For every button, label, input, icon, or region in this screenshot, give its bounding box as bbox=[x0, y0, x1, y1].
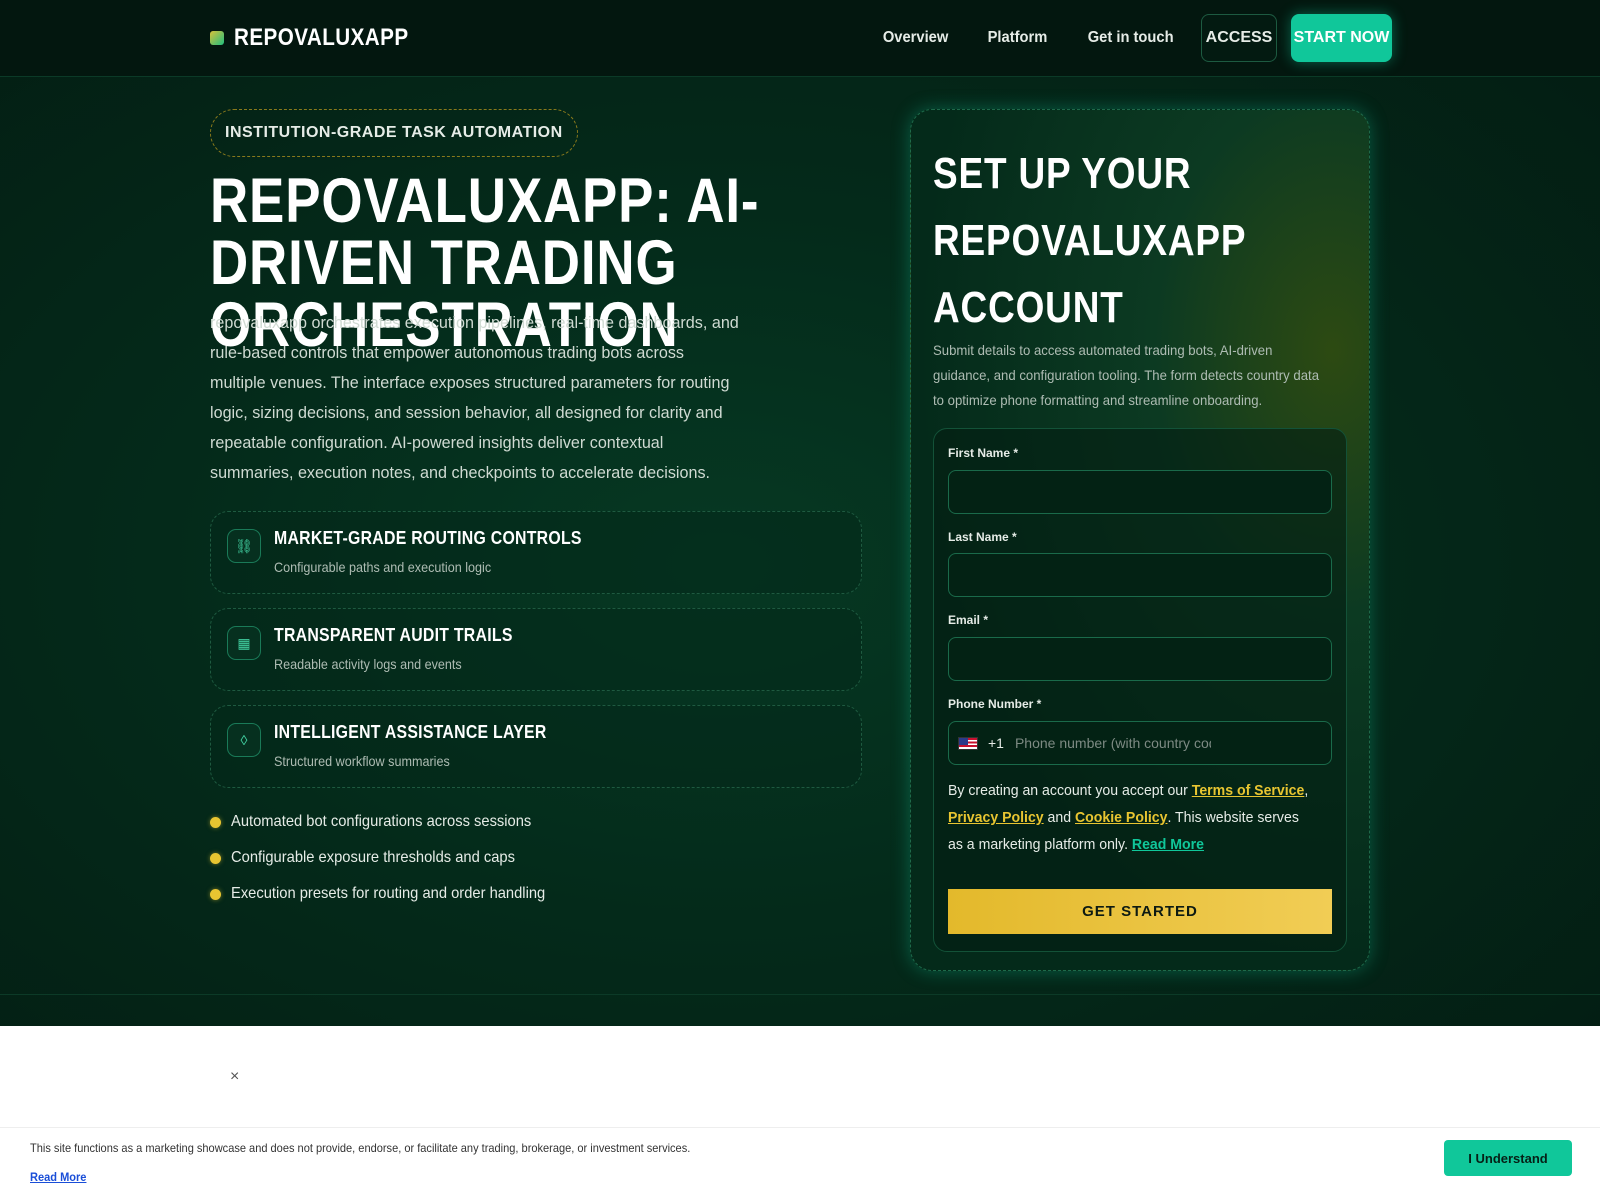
us-flag-icon[interactable] bbox=[958, 736, 978, 750]
site-header: REPOVALUXAPP Overview Platform Get in to… bbox=[0, 0, 1600, 77]
diamond-icon: ◊ bbox=[227, 723, 261, 757]
feature-title: TRANSPARENT AUDIT TRAILS bbox=[274, 625, 513, 645]
last-name-field[interactable] bbox=[948, 553, 1332, 597]
routing-icon: ⛓ bbox=[227, 529, 261, 563]
first-name-label: First Name * bbox=[948, 446, 1019, 460]
terms-of-service-link[interactable]: Terms of Service bbox=[1192, 782, 1305, 799]
email-label: Email * bbox=[948, 613, 989, 627]
logo-icon bbox=[210, 31, 224, 45]
feature-subtitle: Configurable paths and execution logic bbox=[274, 559, 492, 575]
bullet-text: Execution presets for routing and order … bbox=[231, 885, 546, 902]
terms-comma: , bbox=[1304, 782, 1309, 799]
terms-notice: By creating an account you accept our Te… bbox=[948, 777, 1309, 858]
section-divider bbox=[0, 994, 1600, 995]
bullet-dot-icon bbox=[210, 852, 221, 864]
feature-subtitle: Structured workflow summaries bbox=[274, 753, 450, 769]
feature-card-audit: ▦ TRANSPARENT AUDIT TRAILS Readable acti… bbox=[210, 608, 862, 691]
brand-name: REPOVALUXAPP bbox=[234, 24, 409, 51]
hero-badge: INSTITUTION-GRADE TASK AUTOMATION bbox=[210, 109, 578, 157]
feature-subtitle: Readable activity logs and events bbox=[274, 656, 462, 672]
start-now-button[interactable]: START NOW bbox=[1291, 14, 1392, 62]
bullet-text: Configurable exposure thresholds and cap… bbox=[231, 849, 515, 866]
bullet-text: Automated bot configurations across sess… bbox=[231, 813, 532, 830]
bullet-item: Configurable exposure thresholds and cap… bbox=[210, 840, 573, 876]
terms-and: and bbox=[1043, 809, 1076, 826]
feature-bullets: Automated bot configurations across sess… bbox=[210, 804, 573, 912]
terms-prefix: By creating an account you accept our bbox=[948, 782, 1192, 799]
feature-card-routing: ⛓ MARKET-GRADE ROUTING CONTROLS Configur… bbox=[210, 511, 862, 594]
phone-placeholder: Phone number (with country code bbox=[1014, 735, 1211, 751]
cookie-banner: This site functions as a marketing showc… bbox=[0, 1127, 1600, 1200]
phone-field[interactable]: +1 Phone number (with country code bbox=[948, 721, 1332, 765]
cookie-read-more-link[interactable]: Read More bbox=[30, 1170, 86, 1184]
close-icon[interactable]: × bbox=[230, 1068, 239, 1086]
feature-title: MARKET-GRADE ROUTING CONTROLS bbox=[274, 528, 582, 548]
hero-description: repovaluxapp orchestrates execution pipe… bbox=[210, 313, 739, 482]
bullet-dot-icon bbox=[210, 888, 221, 900]
bullet-item: Execution presets for routing and order … bbox=[210, 876, 573, 912]
dial-code: +1 bbox=[988, 735, 1004, 751]
get-started-button[interactable]: GET STARTED bbox=[948, 889, 1332, 934]
feature-card-assistance: ◊ INTELLIGENT ASSISTANCE LAYER Structure… bbox=[210, 705, 862, 788]
email-field[interactable] bbox=[948, 637, 1332, 681]
grid-icon: ▦ bbox=[227, 626, 261, 660]
cookie-text: This site functions as a marketing showc… bbox=[30, 1141, 691, 1155]
first-name-field[interactable] bbox=[948, 470, 1332, 514]
signup-card: SET UP YOUR REPOVALUXAPP ACCOUNT Submit … bbox=[910, 109, 1370, 971]
access-button[interactable]: ACCESS bbox=[1201, 14, 1277, 62]
signup-description: Submit details to access automated tradi… bbox=[933, 342, 1320, 408]
bullet-item: Automated bot configurations across sess… bbox=[210, 804, 573, 840]
cookie-policy-link[interactable]: Cookie Policy bbox=[1075, 809, 1167, 826]
main-nav: Overview Platform Get in touch ACCESS ST… bbox=[880, 14, 1392, 62]
feature-title: INTELLIGENT ASSISTANCE LAYER bbox=[274, 722, 547, 742]
brand-logo[interactable]: REPOVALUXAPP bbox=[210, 24, 437, 52]
bullet-dot-icon bbox=[210, 816, 221, 828]
nav-platform[interactable]: Platform bbox=[987, 29, 1047, 47]
phone-label: Phone Number * bbox=[948, 697, 1042, 711]
read-more-link[interactable]: Read More bbox=[1132, 836, 1204, 853]
understand-button[interactable]: I Understand bbox=[1444, 1140, 1572, 1176]
privacy-policy-link[interactable]: Privacy Policy bbox=[948, 809, 1044, 826]
signup-title: SET UP YOUR REPOVALUXAPP ACCOUNT bbox=[933, 149, 1246, 332]
nav-get-in-touch[interactable]: Get in touch bbox=[1087, 29, 1173, 47]
nav-overview[interactable]: Overview bbox=[882, 29, 947, 47]
page-background: REPOVALUXAPP Overview Platform Get in to… bbox=[0, 0, 1600, 1026]
signup-form: First Name * Last Name * Email * Phone N… bbox=[933, 428, 1347, 952]
last-name-label: Last Name * bbox=[948, 530, 1017, 544]
